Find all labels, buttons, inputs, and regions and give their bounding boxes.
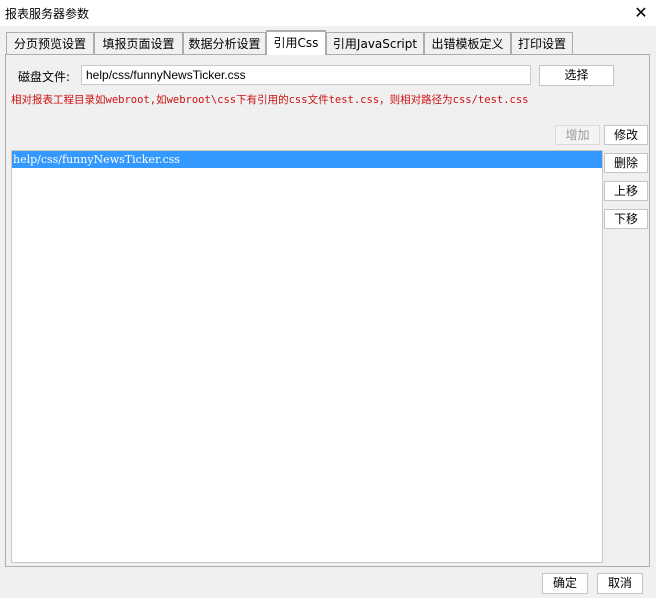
list-item[interactable]: help/css/funnyNewsTicker.css xyxy=(12,151,602,168)
css-file-list[interactable]: help/css/funnyNewsTicker.css xyxy=(11,150,603,563)
tab-print-settings[interactable]: 打印设置 xyxy=(511,32,573,54)
tab-fill-page[interactable]: 填报页面设置 xyxy=(94,32,183,54)
cancel-button[interactable]: 取消 xyxy=(597,573,643,594)
delete-button[interactable]: 删除 xyxy=(604,153,648,173)
add-button[interactable]: 增加 xyxy=(555,125,600,145)
select-file-button[interactable]: 选择 xyxy=(539,65,614,86)
move-down-button[interactable]: 下移 xyxy=(604,209,648,229)
close-icon[interactable]: ✕ xyxy=(626,0,656,26)
tab-page-preview[interactable]: 分页预览设置 xyxy=(6,32,94,54)
disk-file-input[interactable]: help/css/funnyNewsTicker.css xyxy=(81,65,531,85)
disk-file-label: 磁盘文件: xyxy=(18,70,71,84)
modify-button[interactable]: 修改 xyxy=(604,125,648,145)
tab-reference-javascript[interactable]: 引用JavaScript xyxy=(326,32,424,54)
ok-button[interactable]: 确定 xyxy=(542,573,588,594)
tab-error-template[interactable]: 出错模板定义 xyxy=(424,32,511,54)
path-hint-text: 相对报表工程目录如webroot,如webroot\css下有引用的css文件t… xyxy=(11,94,529,106)
move-up-button[interactable]: 上移 xyxy=(604,181,648,201)
tab-data-analysis[interactable]: 数据分析设置 xyxy=(183,32,266,54)
window-title: 报表服务器参数 xyxy=(5,7,90,21)
title-bar: 报表服务器参数 ✕ xyxy=(0,0,656,26)
tab-reference-css[interactable]: 引用Css xyxy=(266,30,326,55)
